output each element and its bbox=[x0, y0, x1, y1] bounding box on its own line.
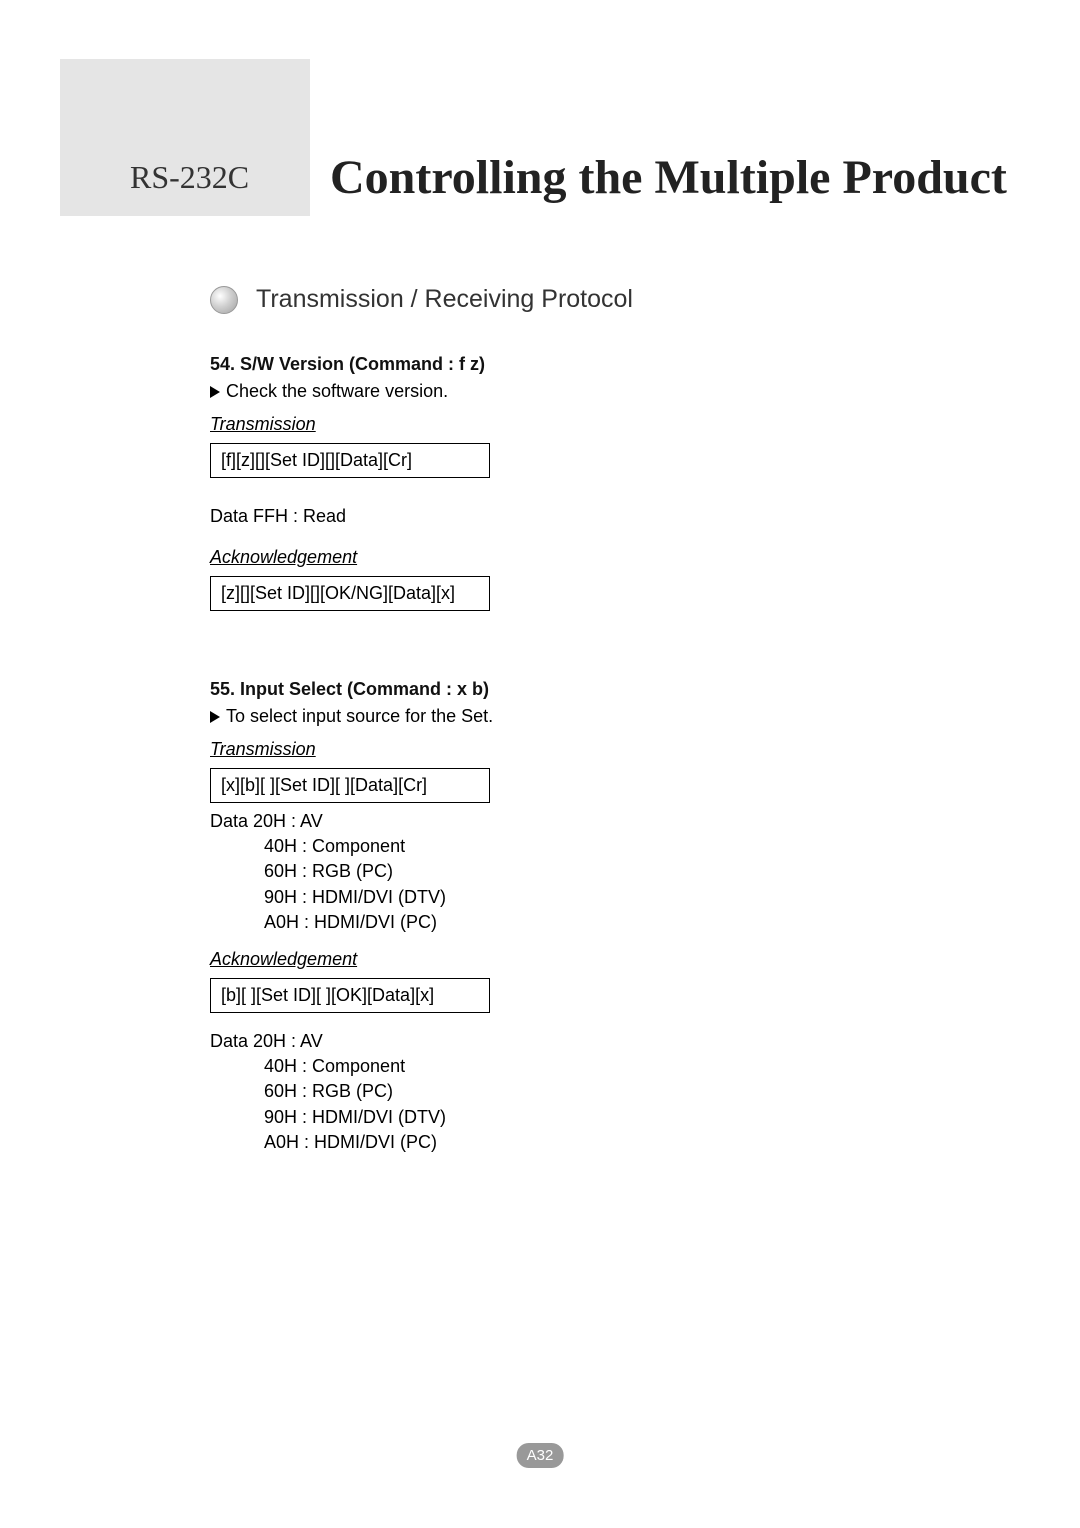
cmd55-desc: To select input source for the Set. bbox=[210, 706, 900, 727]
cmd54-data-line: Data FFH : Read bbox=[210, 506, 900, 527]
cmd55-heading: 55. Input Select (Command : x b) bbox=[210, 679, 900, 700]
cmd55-data-block-2: Data 20H : AV 40H : Component 60H : RGB … bbox=[210, 1029, 900, 1155]
transmission-label: Transmission bbox=[210, 414, 316, 435]
section-header: Transmission / Receiving Protocol bbox=[210, 285, 900, 314]
section-title: Transmission / Receiving Protocol bbox=[256, 285, 633, 314]
cmd54-desc: Check the software version. bbox=[210, 381, 900, 402]
acknowledgement-label: Acknowledgement bbox=[210, 547, 357, 568]
acknowledgement-label-2: Acknowledgement bbox=[210, 949, 357, 970]
cmd54-heading: 54. S/W Version (Command : f z) bbox=[210, 354, 900, 375]
bullet-icon bbox=[210, 286, 238, 314]
cmd55-tx-box: [x][b][ ][Set ID][ ][Data][Cr] bbox=[210, 768, 490, 803]
header-right-title: Controlling the Multiple Product bbox=[310, 50, 1007, 225]
cmd54-ack-box: [z][][Set ID][][OK/NG][Data][x] bbox=[210, 576, 490, 611]
cmd55-ack-box: [b][ ][Set ID][ ][OK][Data][x] bbox=[210, 978, 490, 1013]
page-header: RS-232C Controlling the Multiple Product bbox=[60, 50, 1020, 225]
cmd54-tx-box: [f][z][][Set ID][][Data][Cr] bbox=[210, 443, 490, 478]
transmission-label-2: Transmission bbox=[210, 739, 316, 760]
cmd55-data-block-1: Data 20H : AV 40H : Component 60H : RGB … bbox=[210, 809, 900, 935]
arrow-icon bbox=[210, 711, 220, 723]
page-number-badge: A32 bbox=[517, 1443, 564, 1468]
header-left-label: RS-232C bbox=[60, 59, 310, 216]
arrow-icon bbox=[210, 386, 220, 398]
